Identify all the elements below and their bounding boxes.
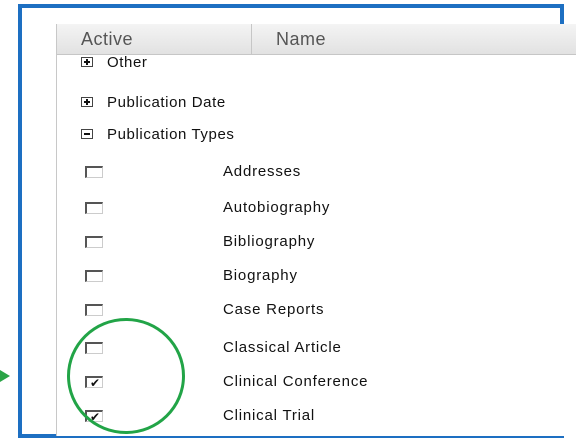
checkbox[interactable] bbox=[85, 304, 103, 316]
group-label: Other bbox=[107, 53, 148, 71]
group-label: Publication Date bbox=[107, 93, 226, 111]
group-other[interactable]: Other bbox=[81, 52, 148, 72]
group-publication-types[interactable]: Publication Types bbox=[81, 124, 235, 144]
item-label: Clinical Trial bbox=[223, 407, 316, 424]
list-item: Autobiography bbox=[57, 196, 576, 228]
plus-box-icon[interactable] bbox=[81, 97, 93, 107]
arrow-pointer-icon bbox=[0, 370, 10, 382]
column-header: Active Name bbox=[57, 24, 576, 55]
highlight-circle bbox=[67, 318, 185, 434]
list-item: Biography bbox=[57, 264, 576, 296]
item-label: Biography bbox=[223, 267, 298, 284]
item-label: Clinical Conference bbox=[223, 373, 369, 390]
checkbox[interactable] bbox=[85, 236, 103, 248]
checkbox[interactable] bbox=[85, 202, 103, 214]
name-column-header[interactable]: Name bbox=[251, 24, 576, 54]
item-label: Classical Article bbox=[223, 339, 342, 356]
list-item: Bibliography bbox=[57, 230, 576, 262]
group-publication-date[interactable]: Publication Date bbox=[81, 92, 226, 112]
checkbox[interactable] bbox=[85, 270, 103, 282]
active-column-header[interactable]: Active bbox=[81, 24, 251, 54]
list-item: Addresses bbox=[57, 160, 576, 192]
item-label: Case Reports bbox=[223, 301, 325, 318]
item-label: Autobiography bbox=[223, 199, 331, 216]
checkbox[interactable] bbox=[85, 166, 103, 178]
minus-box-icon[interactable] bbox=[81, 129, 93, 139]
item-label: Addresses bbox=[223, 163, 302, 180]
item-label: Bibliography bbox=[223, 233, 316, 250]
group-label: Publication Types bbox=[107, 125, 235, 143]
plus-box-icon[interactable] bbox=[81, 57, 93, 67]
